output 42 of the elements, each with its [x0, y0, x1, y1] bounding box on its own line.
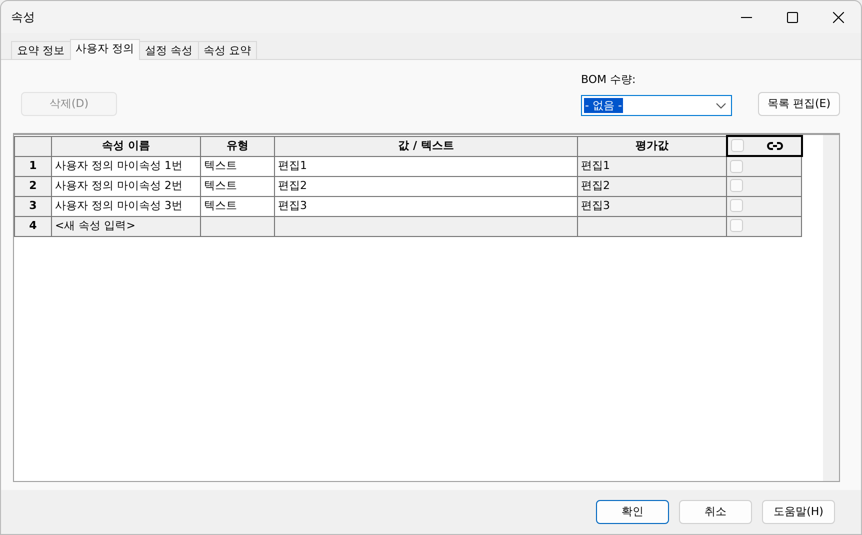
tab[interactable]: 속성 요약 — [198, 41, 257, 59]
tab[interactable]: 요약 정보 — [11, 41, 70, 59]
table-cell: 편집1 — [578, 156, 726, 176]
tab[interactable]: 사용자 정의 — [70, 39, 140, 60]
checkbox[interactable] — [730, 179, 743, 192]
dialog-button[interactable]: 도움말(H) — [762, 500, 835, 524]
row-number: 2 — [14, 176, 52, 196]
table-cell: 텍스트 — [200, 176, 274, 196]
tab[interactable]: 설정 속성 — [139, 41, 198, 59]
row-number: 1 — [14, 156, 52, 176]
table-cell: 편집2 — [274, 176, 578, 196]
table-cell: 텍스트 — [200, 156, 274, 176]
table-cell: 사용자 정의 마이속성 1번 — [52, 156, 200, 176]
window-title: 속성 — [10, 9, 36, 26]
maximize-icon[interactable] — [786, 12, 798, 22]
new-property-cell[interactable]: <새 속성 입력> — [52, 216, 200, 236]
checkbox[interactable] — [730, 139, 744, 152]
column-header[interactable]: 유형 — [200, 136, 274, 156]
dialog-button[interactable]: 확인 — [596, 500, 669, 524]
table-cell: 사용자 정의 마이속성 2번 — [52, 176, 200, 196]
table-cell: 편집3 — [274, 196, 578, 216]
row-number: 3 — [14, 196, 52, 216]
table-cell: 편집2 — [578, 176, 726, 196]
bom-quantity-label: BOM 수량: — [581, 72, 637, 88]
row-number: 4 — [14, 216, 52, 236]
caret-icon — [716, 102, 726, 108]
table-cell: 사용자 정의 마이속성 3번 — [52, 196, 200, 216]
bom-quantity-dropdown[interactable]: - 없음 - — [581, 95, 732, 116]
dialog-button[interactable]: 취소 — [679, 500, 752, 524]
table-cell: 텍스트 — [200, 196, 274, 216]
checkbox[interactable] — [730, 160, 743, 173]
table-cell: 편집3 — [578, 196, 726, 216]
checkbox[interactable] — [730, 219, 743, 232]
table-cell: 편집1 — [274, 156, 578, 176]
column-header[interactable]: 평가값 — [578, 136, 726, 156]
close-icon[interactable] — [832, 12, 844, 22]
scrollbar-track[interactable] — [823, 135, 839, 481]
column-header[interactable]: 속성 이름 — [52, 136, 200, 156]
column-header[interactable]: 값 / 텍스트 — [274, 136, 578, 156]
link-icon — [766, 140, 784, 151]
edit-list-button[interactable]: 목록 편집(E) — [758, 92, 840, 116]
checkbox[interactable] — [730, 199, 743, 212]
